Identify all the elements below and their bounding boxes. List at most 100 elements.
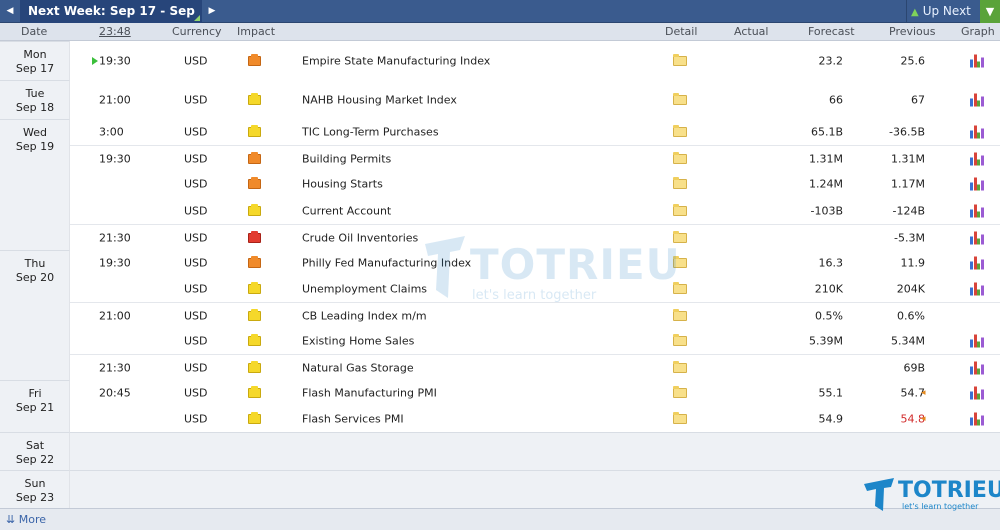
revised-flag-icon[interactable]: ◂	[921, 388, 926, 398]
prev-week-button[interactable]: ◀	[0, 0, 20, 23]
event-row[interactable]: 21:30 USD Natural Gas Storage 69B	[0, 354, 1000, 380]
impact-yellow-icon[interactable]	[248, 412, 261, 424]
impact-orange-icon[interactable]	[248, 177, 261, 189]
impact-orange-icon[interactable]	[248, 256, 261, 268]
filter-button[interactable]: ▼	[980, 0, 1000, 23]
detail-folder-icon[interactable]	[673, 256, 687, 268]
event-row[interactable]: USD Housing Starts 1.24M 1.17M	[0, 171, 1000, 197]
filter-icon: ▼	[985, 5, 995, 18]
event-forecast: 5.39M	[809, 334, 843, 348]
empty-day-area	[70, 432, 1000, 470]
impact-yellow-icon[interactable]	[248, 308, 261, 321]
day-date: Sep 17	[15, 62, 55, 75]
next-week-button[interactable]: ▶	[202, 0, 222, 23]
event-row[interactable]: 21:00 USD CB Leading Index m/m 0.5% 0.6%	[0, 302, 1000, 328]
graph-chart-icon[interactable]	[969, 282, 984, 297]
detail-folder-icon[interactable]	[673, 203, 687, 216]
detail-folder-icon[interactable]	[673, 412, 687, 424]
impact-yellow-icon[interactable]	[248, 282, 261, 294]
event-forecast: 66	[829, 93, 843, 106]
graph-chart-icon[interactable]	[969, 151, 984, 166]
detail-folder-icon[interactable]	[673, 53, 687, 66]
graph-chart-icon[interactable]	[969, 334, 984, 349]
day-cell-wed: Wed Sep 19	[0, 119, 70, 250]
event-title[interactable]: Unemployment Claims	[302, 283, 427, 296]
detail-folder-icon[interactable]	[673, 92, 687, 105]
graph-chart-icon[interactable]	[969, 360, 984, 375]
detail-folder-icon[interactable]	[673, 125, 687, 137]
calendar-topbar: ◀ Next Week: Sep 17 - Sep 23 ▶ ▲Up Next …	[0, 0, 1000, 41]
impact-orange-icon[interactable]	[248, 151, 261, 164]
graph-chart-icon[interactable]	[969, 230, 984, 245]
detail-folder-icon[interactable]	[673, 360, 687, 373]
day-date: Sep 19	[15, 140, 55, 153]
graph-chart-icon[interactable]	[969, 203, 984, 218]
event-row[interactable]: 3:00 USD TIC Long-Term Purchases 65.1B -36.5…	[0, 119, 1000, 145]
event-title[interactable]: NAHB Housing Market Index	[302, 93, 457, 106]
more-link[interactable]: ⇊ More	[6, 513, 46, 526]
event-row[interactable]: 19:30 USD Philly Fed Manufacturing Index 16…	[0, 250, 1000, 276]
event-currency: USD	[184, 361, 208, 374]
impact-red-icon[interactable]	[248, 230, 261, 243]
graph-chart-icon[interactable]	[969, 386, 984, 401]
event-row[interactable]: USD Existing Home Sales 5.39M 5.34M	[0, 328, 1000, 354]
day-cell-fri: Fri Sep 21	[0, 380, 70, 432]
header-previous: Previous	[889, 25, 936, 38]
impact-yellow-icon[interactable]	[248, 203, 261, 216]
detail-folder-icon[interactable]	[673, 308, 687, 321]
graph-chart-icon[interactable]	[969, 125, 984, 140]
event-title[interactable]: Building Permits	[302, 152, 391, 165]
event-row[interactable]: 19:30 USD Empire State Manufacturing Index…	[0, 41, 1000, 80]
event-row[interactable]: 19:30 USD Building Permits 1.31M 1.31M	[0, 145, 1000, 171]
week-title[interactable]: Next Week: Sep 17 - Sep 23	[20, 0, 202, 41]
event-title[interactable]: Philly Fed Manufacturing Index	[302, 257, 471, 270]
event-title[interactable]: Crude Oil Inventories	[302, 231, 418, 244]
impact-yellow-icon[interactable]	[248, 125, 261, 137]
up-next-button[interactable]: ▲ Up Next	[906, 0, 980, 23]
event-currency: USD	[184, 334, 208, 348]
impact-yellow-icon[interactable]	[248, 92, 261, 105]
event-row[interactable]: USD Current Account -103B -124B	[0, 197, 1000, 224]
graph-chart-icon[interactable]	[969, 256, 984, 271]
event-title[interactable]: Existing Home Sales	[302, 335, 414, 348]
event-title[interactable]: Empire State Manufacturing Index	[302, 54, 490, 67]
graph-chart-icon[interactable]	[969, 412, 984, 427]
header-graph: Graph	[961, 25, 995, 38]
event-row[interactable]: USD Flash Services PMI 54.9 54.8 ◂	[0, 406, 1000, 432]
event-time: 21:30	[99, 231, 131, 244]
detail-folder-icon[interactable]	[673, 282, 687, 294]
event-title[interactable]: Current Account	[302, 204, 391, 217]
detail-folder-icon[interactable]	[673, 386, 687, 398]
graph-chart-icon[interactable]	[969, 92, 984, 107]
event-row[interactable]: 21:30 USD Crude Oil Inventories -5.3M	[0, 224, 1000, 250]
revised-flag-icon[interactable]: ◂	[921, 414, 926, 424]
graph-chart-icon[interactable]	[969, 177, 984, 192]
event-row[interactable]: 21:00 USD NAHB Housing Market Index 66 67	[0, 80, 1000, 119]
detail-folder-icon[interactable]	[673, 334, 687, 346]
event-title[interactable]: Natural Gas Storage	[302, 361, 414, 374]
event-title[interactable]: Flash Manufacturing PMI	[302, 387, 437, 400]
event-row[interactable]: 20:45 USD Flash Manufacturing PMI 55.1 54.7 ◂	[0, 380, 1000, 406]
detail-folder-icon[interactable]	[673, 151, 687, 164]
impact-yellow-icon[interactable]	[248, 360, 261, 373]
day-cell-mon: Mon Sep 17	[0, 41, 70, 80]
impact-yellow-icon[interactable]	[248, 386, 261, 398]
event-title[interactable]: TIC Long-Term Purchases	[302, 126, 439, 139]
day-cell-sat: Sat Sep 22	[0, 432, 70, 470]
event-forecast: 210K	[814, 282, 843, 296]
day-weekday: Tue	[25, 87, 45, 100]
day-weekday: Fri	[28, 387, 42, 400]
detail-folder-icon[interactable]	[673, 177, 687, 189]
more-icon: ⇊	[6, 513, 16, 526]
header-time-link[interactable]: 23:48	[99, 25, 131, 38]
event-row[interactable]: USD Unemployment Claims 210K 204K	[0, 276, 1000, 302]
event-title[interactable]: Flash Services PMI	[302, 413, 404, 426]
event-title[interactable]: Housing Starts	[302, 178, 383, 191]
graph-chart-icon[interactable]	[969, 53, 984, 68]
impact-orange-icon[interactable]	[248, 53, 261, 66]
event-time: 21:00	[99, 309, 131, 322]
event-title[interactable]: CB Leading Index m/m	[302, 309, 427, 322]
detail-folder-icon[interactable]	[673, 230, 687, 243]
header-forecast: Forecast	[808, 25, 855, 38]
impact-yellow-icon[interactable]	[248, 334, 261, 346]
